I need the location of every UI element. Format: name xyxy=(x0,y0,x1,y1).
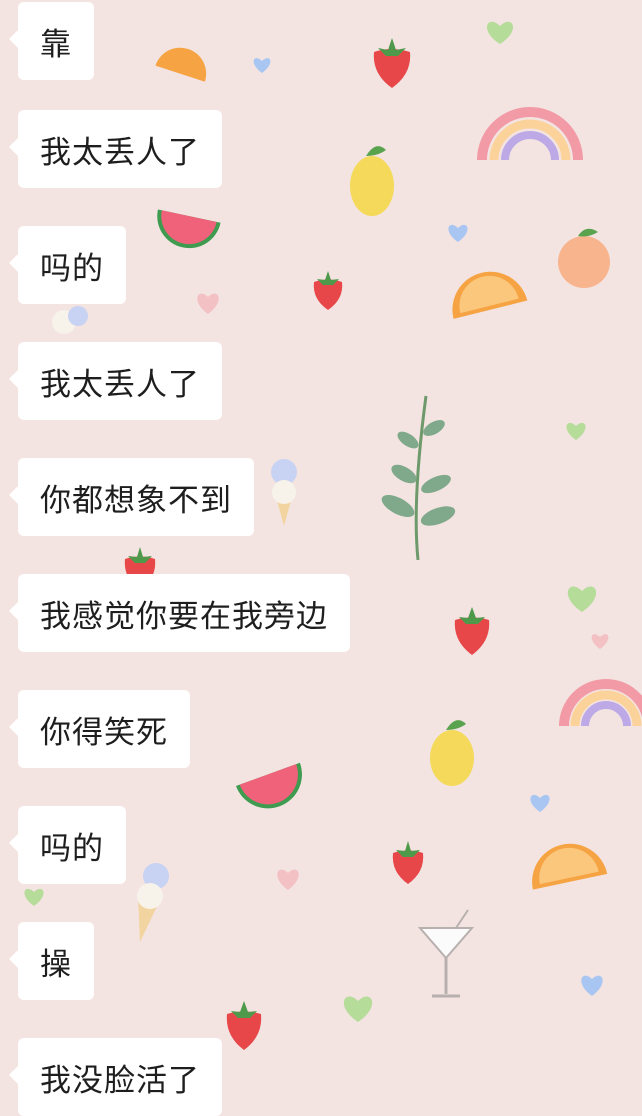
message-text: 我太丢人了 xyxy=(40,134,200,171)
heart-icon xyxy=(567,586,597,612)
heart-icon xyxy=(197,293,219,314)
watermelon-icon xyxy=(157,209,221,249)
heart-icon xyxy=(591,634,609,649)
orange-slice-icon xyxy=(155,47,207,82)
message-text: 吗的 xyxy=(40,250,104,287)
message-text: 我感觉你要在我旁边 xyxy=(40,598,328,635)
heart-icon xyxy=(253,58,271,73)
message-text: 吗的 xyxy=(40,830,104,867)
heart-icon xyxy=(581,975,603,996)
message-bubble[interactable]: 我太丢人了 xyxy=(9,342,222,420)
heart-icon xyxy=(24,888,44,906)
message-bubble[interactable]: 我太丢人了 xyxy=(9,110,222,188)
lemon-icon xyxy=(350,146,394,216)
message-text: 我太丢人了 xyxy=(40,366,200,403)
strawberry-icon xyxy=(313,271,343,310)
cocktail-glass-icon xyxy=(417,909,475,998)
orange-slice-icon xyxy=(452,271,528,319)
message-text: 你都想象不到 xyxy=(40,482,232,519)
peach-icon xyxy=(558,228,610,288)
message-bubble[interactable]: 吗的 xyxy=(9,226,126,304)
message-bubble[interactable]: 我感觉你要在我旁边 xyxy=(9,574,350,652)
message-bubble[interactable]: 你得笑死 xyxy=(9,690,190,768)
message-text: 操 xyxy=(40,946,72,983)
orange-slice-icon xyxy=(532,843,608,890)
strawberry-icon xyxy=(392,841,424,884)
message-text: 你得笑死 xyxy=(40,714,168,751)
message-text: 靠 xyxy=(40,26,72,63)
watermelon-icon xyxy=(235,762,302,809)
message-bubble[interactable]: 吗的 xyxy=(9,806,126,884)
ice-cream-icon xyxy=(137,863,169,942)
strawberry-icon xyxy=(226,1001,262,1050)
heart-icon xyxy=(566,422,586,440)
message-bubble[interactable]: 你都想象不到 xyxy=(9,458,254,536)
heart-icon xyxy=(343,996,373,1022)
heart-icon xyxy=(448,224,468,242)
message-bubble[interactable]: 操 xyxy=(9,922,94,1000)
lemon-icon xyxy=(430,720,474,786)
ice-cream-icon xyxy=(52,306,88,334)
heart-icon xyxy=(530,794,550,812)
message-bubble[interactable]: 我没脸活了 xyxy=(9,1038,222,1116)
strawberry-icon xyxy=(373,38,411,88)
rainbow-icon xyxy=(477,107,583,161)
strawberry-icon xyxy=(454,607,490,655)
leaf-branch-icon xyxy=(381,395,456,561)
heart-icon xyxy=(277,869,299,890)
rainbow-icon xyxy=(559,679,642,727)
message-text: 我没脸活了 xyxy=(40,1062,200,1099)
ice-cream-icon xyxy=(271,459,297,526)
heart-icon xyxy=(486,21,514,44)
message-bubble[interactable]: 靠 xyxy=(9,2,94,80)
